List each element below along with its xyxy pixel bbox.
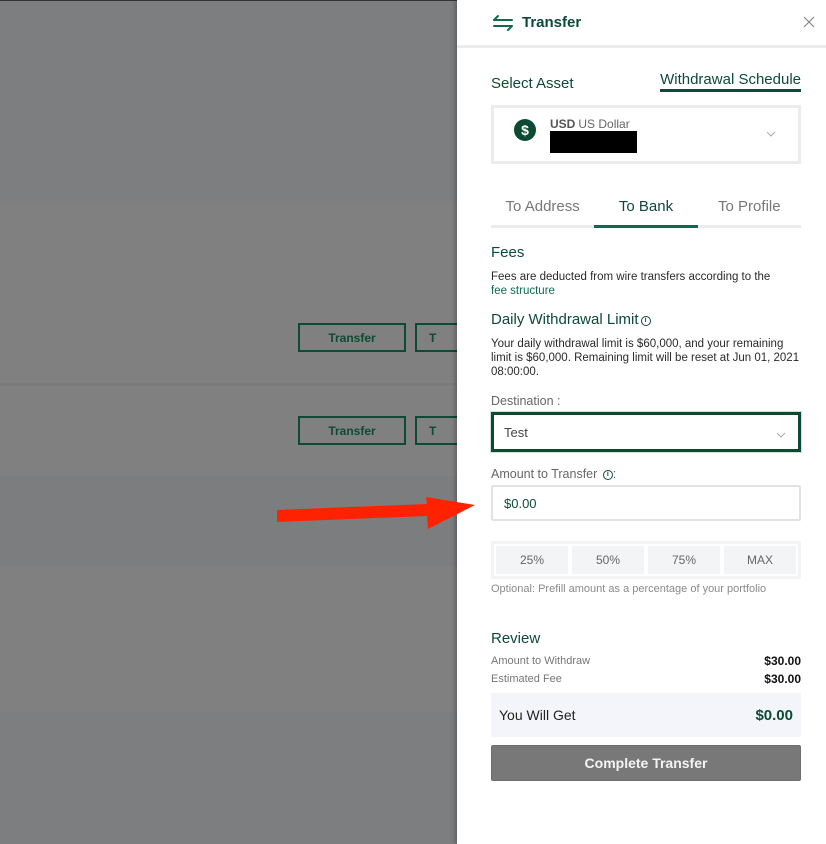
review-row: Amount to Withdraw $30.00 <box>491 654 801 668</box>
fees-heading: Fees <box>491 244 525 261</box>
asset-name: USD US Dollar <box>550 117 637 131</box>
daily-limit-heading: Daily Withdrawal Limit i <box>491 311 801 328</box>
you-will-get-value: $0.00 <box>755 706 793 724</box>
prefill-hint: Optional: Prefill amount as a percentage… <box>491 583 767 595</box>
review-heading: Review <box>491 630 541 647</box>
amount-label: Amount to Transfer i: <box>491 467 801 481</box>
percent-25-button[interactable]: 25% <box>496 546 568 574</box>
row-transfer-button[interactable]: Transfer <box>298 416 406 445</box>
withdrawal-schedule-link[interactable]: Withdrawal Schedule <box>660 71 801 92</box>
background-band <box>0 0 457 203</box>
row-secondary-button[interactable]: T <box>415 416 459 445</box>
percent-50-button[interactable]: 50% <box>572 546 644 574</box>
tab-to-bank[interactable]: To Bank <box>594 188 698 228</box>
background-row <box>0 203 457 383</box>
background-band <box>0 566 457 712</box>
close-icon[interactable] <box>802 16 816 30</box>
select-asset-label: Select Asset <box>491 75 574 92</box>
destination-label: Destination : <box>491 394 561 408</box>
fees-text: Fees are deducted from wire transfers ac… <box>491 271 771 283</box>
amount-label-text: Amount to Transfer <box>491 467 598 481</box>
percent-prefill-group: 25% 50% 75% MAX <box>491 541 801 579</box>
drawer-header: Transfer <box>457 0 826 48</box>
review-value: $30.00 <box>764 672 801 686</box>
dollar-circle-icon: $ <box>514 118 536 141</box>
destination-value: Test <box>504 424 528 440</box>
transfer-type-tabs: To Address To Bank To Profile <box>491 188 801 228</box>
asset-selector[interactable]: $ USD US Dollar <box>491 105 801 164</box>
daily-limit-text: Your daily withdrawal limit is $60,000, … <box>491 338 800 378</box>
percent-max-button[interactable]: MAX <box>724 546 796 574</box>
tab-to-address[interactable]: To Address <box>491 188 594 225</box>
you-will-get-summary: You Will Get $0.00 <box>491 693 801 737</box>
amount-input[interactable] <box>491 485 801 521</box>
review-value: $30.00 <box>764 654 801 668</box>
fees-description: Fees are deducted from wire transfers ac… <box>491 270 801 298</box>
drawer-title: Transfer <box>522 14 582 31</box>
review-row: Estimated Fee $30.00 <box>491 672 801 686</box>
page-overlay[interactable]: Transfer T Transfer T <box>0 0 459 844</box>
row-transfer-button[interactable]: Transfer <box>298 323 406 352</box>
percent-75-button[interactable]: 75% <box>648 546 720 574</box>
fee-structure-link[interactable]: fee structure <box>491 285 555 297</box>
row-secondary-button[interactable]: T <box>415 323 459 352</box>
transfer-drawer: Transfer Select Asset Withdrawal Schedul… <box>457 0 826 844</box>
redacted-balance <box>550 130 637 153</box>
background-band <box>0 712 457 844</box>
annotation-arrow <box>277 497 475 529</box>
swap-arrows-icon <box>492 14 514 32</box>
destination-select[interactable]: Test <box>491 412 801 452</box>
complete-transfer-button[interactable]: Complete Transfer <box>491 745 801 781</box>
info-icon[interactable]: i <box>602 470 613 480</box>
info-icon[interactable]: i <box>640 316 651 326</box>
arrow-shape <box>277 497 475 529</box>
chevron-down-icon <box>776 428 786 438</box>
you-will-get-label: You Will Get <box>499 707 576 723</box>
tab-to-profile[interactable]: To Profile <box>698 188 801 225</box>
asset-full-name: US Dollar <box>578 116 630 131</box>
chevron-down-icon <box>766 126 776 137</box>
asset-code: USD <box>550 116 576 131</box>
review-label: Estimated Fee <box>491 673 562 685</box>
daily-limit-title: Daily Withdrawal Limit <box>491 311 639 328</box>
top-border <box>0 0 457 1</box>
amount-label-suffix: : <box>612 467 617 481</box>
review-label: Amount to Withdraw <box>491 655 591 667</box>
